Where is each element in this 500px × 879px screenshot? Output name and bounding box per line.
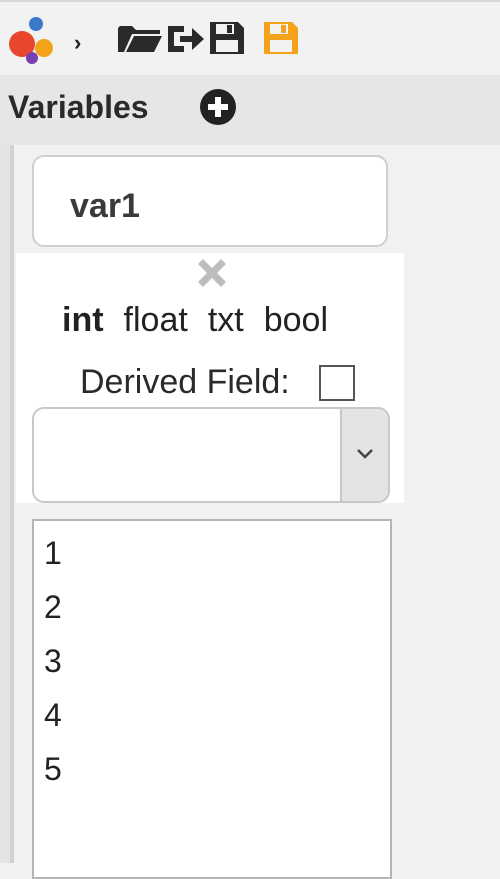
panel-edge-shadow (10, 145, 14, 863)
type-float[interactable]: float (124, 301, 188, 339)
list-item: 2 (44, 589, 62, 625)
add-variable-button[interactable] (199, 88, 237, 126)
app-logo-icon[interactable] (6, 14, 58, 66)
open-folder-icon[interactable] (116, 18, 162, 58)
list-item: 3 (44, 643, 62, 679)
breadcrumb-separator: › (74, 30, 82, 55)
toolbar: › (0, 0, 500, 75)
list-item: 5 (44, 751, 62, 787)
variable-name-field[interactable]: var1 (32, 155, 388, 247)
chevron-down-icon (357, 449, 373, 459)
list-item: 1 (44, 535, 62, 571)
panel-edge (0, 145, 10, 863)
close-icon[interactable] (194, 255, 230, 291)
variable-properties: int float txt bool Derived Field: (16, 253, 404, 503)
derived-field-label: Derived Field: (80, 363, 290, 401)
export-icon[interactable] (164, 18, 206, 58)
variables-header: Variables (0, 75, 500, 145)
variables-heading: Variables (8, 89, 149, 125)
derived-field-checkbox[interactable] (319, 365, 355, 401)
select-arrow-button[interactable] (340, 409, 388, 501)
save-icon[interactable] (208, 18, 246, 58)
derived-field-select[interactable] (32, 407, 390, 503)
save-orange-icon[interactable] (262, 18, 300, 58)
type-int[interactable]: int (62, 301, 104, 339)
values-list[interactable]: 1 2 3 4 5 (32, 519, 392, 879)
type-bool[interactable]: bool (264, 301, 328, 339)
type-selector: int float txt bool (62, 301, 348, 340)
variable-name-text: var1 (70, 187, 140, 225)
list-item: 4 (44, 697, 62, 733)
type-txt[interactable]: txt (208, 301, 244, 339)
variable-panel: var1 int float txt bool Derived Field: 1 2 … (16, 145, 404, 879)
